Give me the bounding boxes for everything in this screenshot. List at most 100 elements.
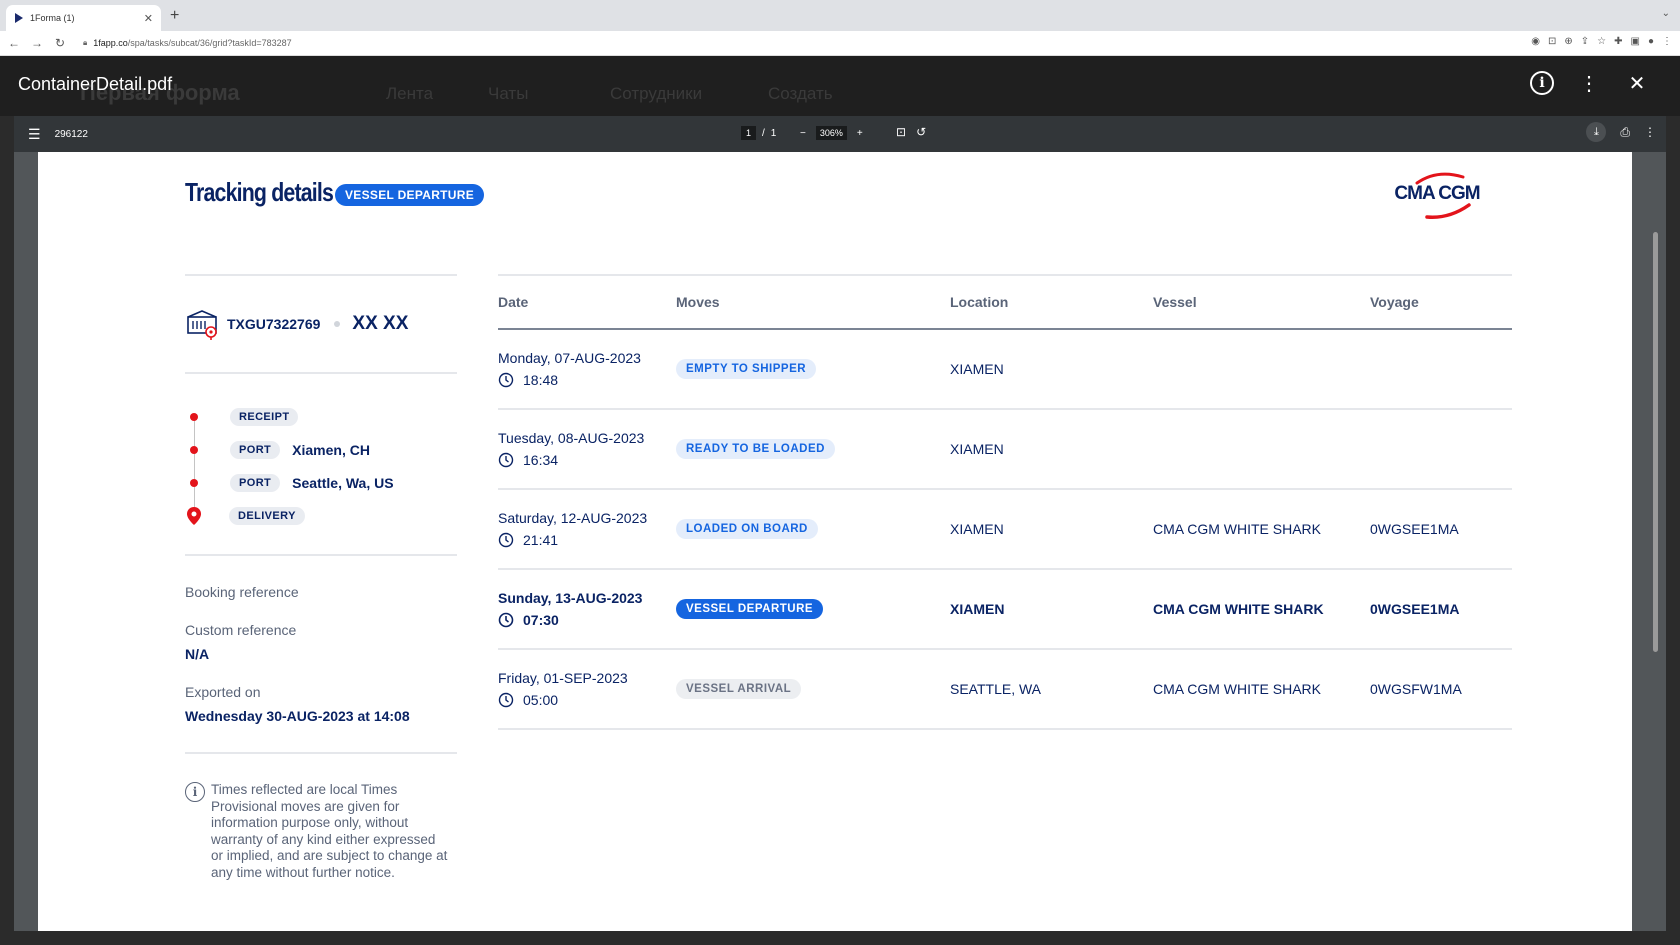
move-cell: EMPTY TO SHIPPER	[676, 359, 950, 379]
chevron-down-icon[interactable]: ⌄	[1662, 8, 1670, 19]
clock-icon	[498, 692, 514, 708]
exported-on-value: Wednesday 30-AUG-2023 at 14:08	[185, 708, 410, 724]
pdf-page: Tracking details VESSEL DEPARTURE CMA CG…	[38, 152, 1632, 931]
move-badge: VESSEL DEPARTURE	[676, 599, 824, 619]
voyage-cell: 0WGSEE1MA	[1370, 521, 1459, 537]
container-summary: TXGU7322769 XX XX	[185, 276, 457, 372]
puzzle-icon[interactable]: ✚	[1614, 36, 1622, 47]
clock-icon	[498, 612, 514, 628]
brand-name: CMA CGM	[1394, 183, 1480, 204]
date-cell: Sunday, 13-AUG-2023 07:30	[498, 590, 676, 628]
route-stop-pol: PORT Xiamen, CH	[185, 433, 457, 466]
location-cell: XIAMEN	[950, 361, 1004, 377]
info-icon: i	[185, 782, 205, 802]
notice-text: Times reflected are local Times Provisio…	[211, 782, 448, 880]
move-time: 07:30	[523, 612, 559, 628]
nav-create: Создать	[768, 84, 833, 103]
hamburger-menu-icon[interactable]: ☰	[28, 126, 41, 143]
back-icon[interactable]: ←	[5, 36, 23, 50]
route-tag: PORT	[230, 440, 281, 459]
print-icon[interactable]: ⎙	[1620, 125, 1630, 142]
vessel-cell: CMA CGM WHITE SHARK	[1153, 681, 1322, 697]
booking-reference: Booking reference	[185, 584, 457, 600]
column-header-date: Date	[498, 294, 529, 310]
custom-reference-label: Custom reference	[185, 622, 297, 638]
moves-table: Date Moves Location Vessel Voyage Monday…	[498, 274, 1512, 730]
address-bar: ← → ↻ 🔒︎ 1fapp.co /spa/tasks/subcat/36/g…	[0, 31, 1680, 56]
location-cell: XIAMEN	[950, 601, 1005, 617]
fit-page-icon[interactable]: ⊡	[896, 125, 906, 139]
route-stop-delivery: DELIVERY	[185, 499, 457, 532]
move-time-wrap: 16:34	[498, 452, 676, 468]
browser-tabbar: 1Forma (1) ✕ + ⌄	[0, 0, 1680, 31]
lock-icon: 🔒︎	[83, 38, 88, 47]
info-icon[interactable]: i	[1530, 71, 1554, 95]
route-dot-icon	[190, 478, 198, 487]
pdf-more-icon[interactable]: ⋮	[1644, 125, 1656, 142]
pdf-actions: ⤓ ⎙ ⋮	[1586, 122, 1656, 142]
move-time-wrap: 18:48	[498, 372, 676, 388]
profile-icon[interactable]: ●	[1648, 36, 1654, 47]
page-input[interactable]: 1	[741, 126, 757, 140]
date-cell: Friday, 01-SEP-2023 05:00	[498, 670, 676, 708]
move-cell: READY TO BE LOADED	[676, 439, 950, 459]
cma-cgm-logo: CMA CGM	[1387, 167, 1487, 223]
vessel-cell: CMA CGM WHITE SHARK	[1153, 601, 1324, 617]
exported-on-label: Exported on	[185, 684, 261, 700]
custom-reference: Custom reference N/A	[185, 622, 457, 662]
download-icon[interactable]: ⤓	[1586, 122, 1607, 142]
date-cell: Saturday, 12-AUG-2023 21:41	[498, 510, 676, 548]
star-icon[interactable]: ☆	[1597, 36, 1606, 47]
table-row: Saturday, 12-AUG-2023 21:41 LOADED ON BO…	[498, 490, 1512, 570]
date-cell: Tuesday, 08-AUG-2023 16:34	[498, 430, 676, 468]
extension-icon[interactable]: ◉	[1531, 36, 1540, 47]
move-date: Friday, 01-SEP-2023	[498, 670, 628, 686]
page-total: 1	[770, 127, 777, 139]
move-time: 16:34	[523, 452, 559, 468]
browser-menu-icon[interactable]: ⋮	[1662, 36, 1672, 47]
page-control: 1 / 1	[741, 126, 776, 140]
browser-tab[interactable]: 1Forma (1) ✕	[6, 5, 161, 31]
nav-chats: Чаты	[488, 84, 529, 103]
container-id: TXGU7322769	[227, 316, 321, 332]
install-icon[interactable]: ⊡	[1548, 36, 1556, 47]
table-header: Date Moves Location Vessel Voyage	[498, 274, 1512, 330]
route-place: Seattle, Wa, US	[292, 474, 394, 491]
url-field[interactable]: 🔒︎ 1fapp.co /spa/tasks/subcat/36/grid?ta…	[83, 38, 292, 48]
viewer-scrollbar[interactable]	[1653, 232, 1658, 652]
clock-icon	[498, 532, 514, 548]
more-vertical-icon[interactable]: ⋮	[1576, 70, 1602, 96]
move-time-wrap: 05:00	[498, 692, 676, 708]
zoom-in-icon[interactable]: +	[857, 128, 863, 139]
tab-close-icon[interactable]: ✕	[144, 12, 153, 25]
zoom-icon[interactable]: ⊕	[1564, 36, 1572, 47]
move-time: 21:41	[523, 532, 559, 548]
move-date: Tuesday, 08-AUG-2023	[498, 430, 645, 446]
nav-feed: Лента	[386, 84, 434, 103]
location-cell: SEATTLE, WA	[950, 681, 1042, 697]
pdf-toolbar: ☰ 296122 1 / 1 − 306% + ⊡ ↺ ⤓ ⎙ ⋮	[14, 116, 1666, 152]
zoom-level[interactable]: 306%	[815, 126, 847, 140]
url-host: 1fapp.co	[93, 38, 128, 48]
url-path: /spa/tasks/subcat/36/grid?taskId=783287	[127, 38, 292, 48]
reload-icon[interactable]: ↻	[51, 36, 69, 50]
rotate-icon[interactable]: ↺	[916, 125, 926, 139]
booking-reference-label: Booking reference	[185, 584, 299, 600]
browser-extensions: ◉ ⊡ ⊕ ⇪ ☆ ✚ ▣ ● ⋮	[1531, 36, 1672, 47]
forward-icon[interactable]: →	[28, 36, 46, 50]
vessel-cell: CMA CGM WHITE SHARK	[1153, 521, 1322, 537]
status-badge: VESSEL DEPARTURE	[335, 184, 485, 206]
pdf-viewer[interactable]: Tracking details VESSEL DEPARTURE CMA CG…	[14, 152, 1666, 931]
clock-icon	[498, 372, 514, 388]
zoom-out-icon[interactable]: −	[800, 128, 806, 139]
play-favicon-icon	[15, 13, 23, 23]
move-cell: LOADED ON BOARD	[676, 519, 950, 539]
route-tag: DELIVERY	[229, 506, 305, 525]
move-time: 18:48	[523, 372, 559, 388]
table-row: Tuesday, 08-AUG-2023 16:34 READY TO BE L…	[498, 410, 1512, 490]
share-icon[interactable]: ⇪	[1581, 36, 1589, 47]
new-tab-icon[interactable]: +	[170, 7, 179, 25]
page-title: Tracking details	[185, 177, 334, 207]
close-icon[interactable]: ✕	[1624, 70, 1650, 96]
sidebar-icon[interactable]: ▣	[1631, 36, 1640, 47]
